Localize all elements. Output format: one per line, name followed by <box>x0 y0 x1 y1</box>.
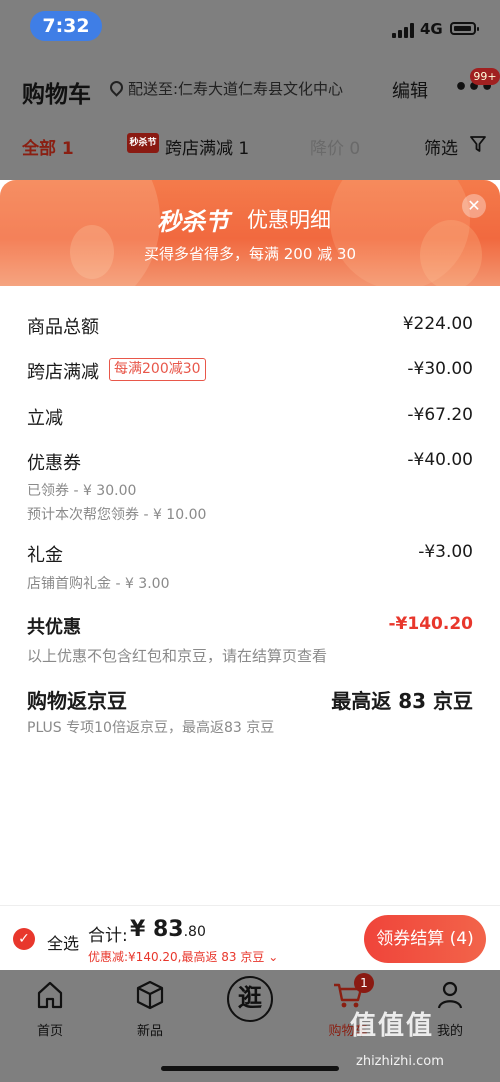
tab-all[interactable]: 全部 1 <box>22 134 74 159</box>
home-icon <box>37 981 63 1009</box>
seckill-logo: 秒杀节 <box>157 207 229 236</box>
edit-button[interactable]: 编辑 <box>392 77 428 103</box>
checkout-button[interactable]: 领券结算 (4) <box>364 915 486 963</box>
tab-home[interactable]: 首页 <box>10 978 90 1039</box>
check-icon: ✓ <box>18 931 30 947</box>
delivery-address[interactable]: 配送至:仁寿大道仁寿县文化中心 <box>128 78 343 99</box>
beans-label: 购物返京豆 <box>27 689 127 713</box>
stroll-icon: 逛 <box>227 976 273 1022</box>
close-icon: ✕ <box>467 196 481 215</box>
beans-note: PLUS 专项10倍返京豆，最高返83 京豆 <box>27 720 275 736</box>
discount-summary[interactable]: 优惠减:¥140.20,最高返 83 京豆 ⌄ <box>88 948 278 965</box>
seckill-chip: 秒杀节 <box>127 133 159 153</box>
cart-count-badge: 1 <box>354 973 374 993</box>
gift-label: 礼金 <box>27 545 63 566</box>
gift-value: -¥3.00 <box>418 542 473 562</box>
coupon-estimate-note: 预计本次帮您领券 - ¥ 10.00 <box>27 507 207 523</box>
sum-main: ¥ 83 <box>130 917 184 942</box>
cross-store-label: 跨店满减 <box>27 362 99 383</box>
sheet-title: 优惠明细 <box>247 208 331 232</box>
cross-store-tag: 每满200减30 <box>109 358 206 381</box>
select-all-label[interactable]: 全选 <box>47 930 79 954</box>
location-pin-icon <box>107 78 126 97</box>
sum-label: 合计: <box>88 926 128 946</box>
filter-icon[interactable] <box>470 135 486 153</box>
instant-discount-label: 立减 <box>27 408 63 429</box>
sheet-subtitle: 买得多省得多，每满 200 减 30 <box>143 245 357 263</box>
tab-cross-store-promo[interactable]: 跨店满减 1 <box>165 134 249 159</box>
watermark-url: zhizhizhi.com <box>356 1054 444 1069</box>
goods-total-value: ¥224.00 <box>402 314 473 334</box>
status-bar: 7:32 4G <box>0 0 500 55</box>
person-icon <box>437 981 463 1009</box>
discount-detail-sheet: 秒杀节 优惠明细 买得多省得多，每满 200 减 30 ✕ 商品总额 ¥224.… <box>0 180 500 970</box>
close-button[interactable]: ✕ <box>462 194 486 218</box>
watermark-logo: 值值值 <box>350 1011 435 1041</box>
page-title: 购物车 <box>22 82 91 108</box>
goods-total-label: 商品总额 <box>27 317 99 338</box>
tab-new-label: 新品 <box>136 1024 163 1039</box>
sum-decimal: .80 <box>183 924 206 940</box>
home-indicator <box>161 1066 339 1071</box>
tab-new[interactable]: 新品 <box>110 978 190 1039</box>
instant-discount-value: -¥67.20 <box>407 405 473 425</box>
gift-note: 店铺首购礼金 - ¥ 3.00 <box>27 576 170 592</box>
tab-home-label: 首页 <box>36 1024 63 1039</box>
network-type: 4G <box>420 20 443 38</box>
message-badge: 99+ <box>470 68 500 85</box>
coupon-label: 优惠券 <box>27 453 81 474</box>
bottom-tab-bar: 首页 新品 逛 购物车 1 我的 值值值 zhizhizhi.com <box>0 970 500 1082</box>
battery-icon <box>450 22 479 35</box>
checkout-bar: ✓ 全选 合计: ¥ 83.80 优惠减:¥140.20,最高返 83 京豆 ⌄… <box>0 905 500 971</box>
tab-price-drop[interactable]: 降价 0 <box>310 134 360 159</box>
total-discount-note: 以上优惠不包含红包和京豆，请在结算页查看 <box>27 647 328 665</box>
total-discount-value: -¥140.20 <box>388 614 474 634</box>
coupon-value: -¥40.00 <box>407 450 473 470</box>
cart-header: 购物车 配送至:仁寿大道仁寿县文化中心 编辑 ••• 99+ 全部 1 秒杀节 … <box>0 55 500 180</box>
filter-button[interactable]: 筛选 <box>424 134 458 159</box>
cube-icon <box>136 980 164 1010</box>
select-all-checkbox[interactable]: ✓ <box>13 928 35 950</box>
signal-icon <box>392 22 416 38</box>
beans-value: 最高返 83 京豆 <box>331 689 473 713</box>
tab-stroll[interactable]: 逛 <box>210 976 290 1022</box>
status-time: 7:32 <box>30 11 102 41</box>
cross-store-value: -¥30.00 <box>407 359 473 379</box>
sum-value: ¥ 83.80 <box>130 917 206 942</box>
seckill-banner: 秒杀节 优惠明细 买得多省得多，每满 200 减 30 ✕ <box>0 180 500 286</box>
total-discount-label: 共优惠 <box>27 617 81 638</box>
coupon-claimed-note: 已领券 - ¥ 30.00 <box>27 483 137 499</box>
